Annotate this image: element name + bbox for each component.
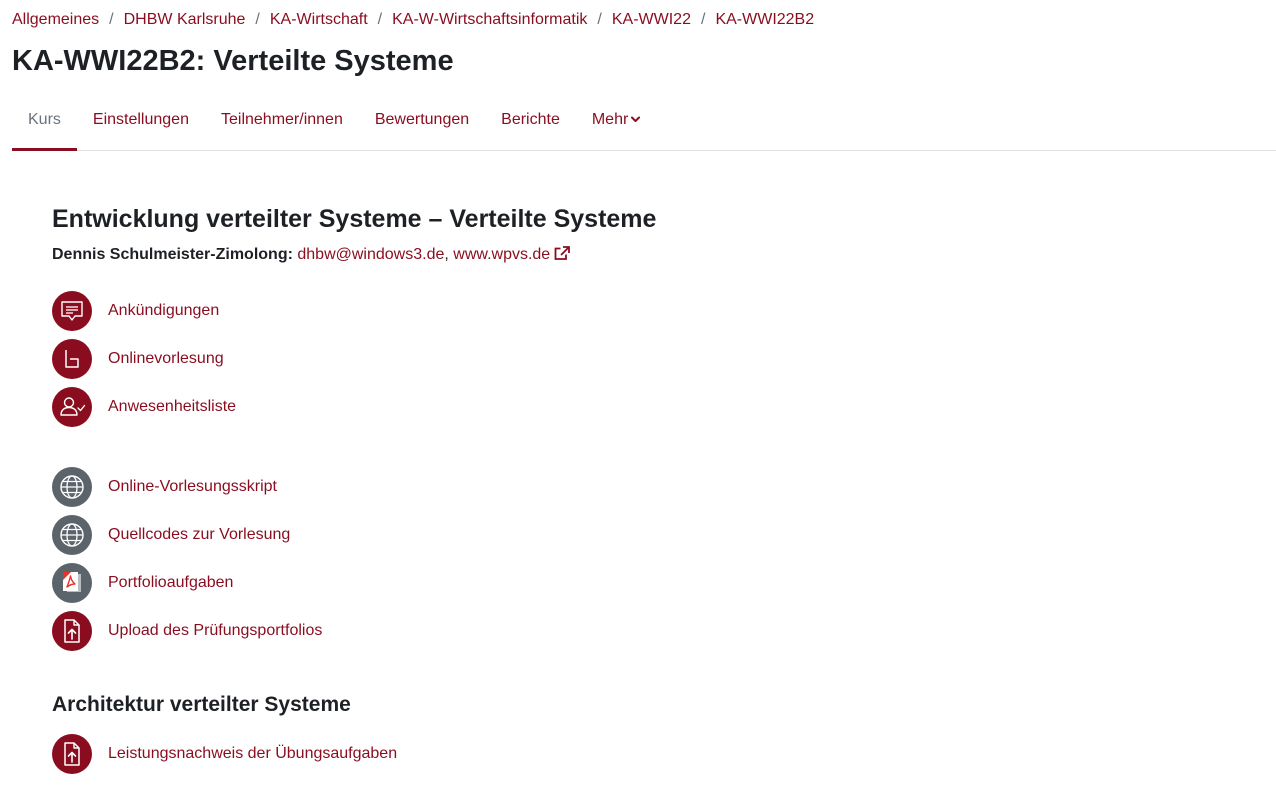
page-title: KA-WWI22B2: Verteilte Systeme — [12, 45, 454, 77]
section-title-architektur: Architektur verteilter Systeme — [52, 693, 351, 716]
breadcrumb-separator: / — [109, 11, 114, 28]
activity-label[interactable]: Online-Vorlesungsskript — [108, 478, 277, 496]
external-link-icon — [554, 246, 571, 260]
author-email-link[interactable]: dhbw@windows3.de — [297, 246, 444, 263]
author-website-label: www.wpvs.de — [453, 246, 551, 263]
globe-icon — [52, 515, 92, 555]
author-website-link[interactable]: www.wpvs.de — [453, 246, 571, 263]
tab-mehr-label: Mehr — [591, 111, 629, 128]
activity-ankuendigungen[interactable]: Ankündigungen — [52, 291, 219, 331]
course-secondary-nav: Kurs Einstellungen Teilnehmer/innen Bewe… — [12, 100, 1276, 151]
breadcrumb-item-ka-wwi22[interactable]: KA-WWI22 — [612, 11, 691, 29]
activity-label[interactable]: Portfolioaufgaben — [108, 574, 233, 592]
breadcrumb-separator: / — [255, 11, 260, 28]
upload-icon — [52, 734, 92, 774]
tab-teilnehmer[interactable]: Teilnehmer/innen — [205, 100, 359, 150]
activity-label[interactable]: Ankündigungen — [108, 302, 219, 320]
author-name: Dennis Schulmeister-Zimolong: — [52, 246, 293, 263]
section-title-entwicklung: Entwicklung verteilter Systeme – Verteil… — [52, 205, 657, 233]
section-summary: Dennis Schulmeister-Zimolong: dhbw@windo… — [52, 244, 571, 266]
activity-leistungsnachweis[interactable]: Leistungsnachweis der Übungsaufgaben — [52, 734, 397, 774]
activity-anwesenheitsliste[interactable]: Anwesenheitsliste — [52, 387, 236, 427]
tab-kurs[interactable]: Kurs — [12, 100, 77, 151]
activity-label[interactable]: Onlinevorlesung — [108, 350, 224, 368]
breadcrumb-item-ka-w-wirtschaftsinformatik[interactable]: KA-W-Wirtschaftsinformatik — [392, 11, 587, 29]
breadcrumb-item-ka-wwi22b2[interactable]: KA-WWI22B2 — [715, 11, 814, 29]
globe-icon — [52, 467, 92, 507]
activity-label[interactable]: Anwesenheitsliste — [108, 398, 236, 416]
tab-mehr[interactable]: Mehr — [576, 100, 656, 150]
upload-icon — [52, 611, 92, 651]
link-separator: , — [444, 246, 449, 263]
activity-portfolioaufgaben[interactable]: Portfolioaufgaben — [52, 563, 233, 603]
breadcrumb-separator: / — [597, 11, 602, 28]
pdf-icon — [52, 563, 92, 603]
breadcrumb: Allgemeines / DHBW Karlsruhe / KA-Wirtsc… — [12, 9, 814, 31]
tab-bewertungen[interactable]: Bewertungen — [359, 100, 485, 150]
breadcrumb-item-dhbw-karlsruhe[interactable]: DHBW Karlsruhe — [124, 11, 246, 29]
activity-online-vorlesungsskript[interactable]: Online-Vorlesungsskript — [52, 467, 277, 507]
tab-berichte[interactable]: Berichte — [485, 100, 576, 150]
activity-label[interactable]: Leistungsnachweis der Übungsaufgaben — [108, 745, 397, 763]
activity-upload-pruefungsportfolio[interactable]: Upload des Prüfungsportfolios — [52, 611, 322, 651]
attendance-icon — [52, 387, 92, 427]
bigbluebutton-icon — [52, 339, 92, 379]
activity-onlinevorlesung[interactable]: Onlinevorlesung — [52, 339, 224, 379]
breadcrumb-item-ka-wirtschaft[interactable]: KA-Wirtschaft — [270, 11, 368, 29]
breadcrumb-separator: / — [377, 11, 383, 28]
activity-label[interactable]: Upload des Prüfungsportfolios — [108, 622, 322, 640]
chevron-down-icon — [631, 116, 641, 123]
activity-label[interactable]: Quellcodes zur Vorlesung — [108, 526, 290, 544]
activity-quellcodes[interactable]: Quellcodes zur Vorlesung — [52, 515, 290, 555]
breadcrumb-separator: / — [700, 11, 706, 28]
forum-icon — [52, 291, 92, 331]
breadcrumb-item-allgemeines[interactable]: Allgemeines — [12, 11, 99, 29]
tab-einstellungen[interactable]: Einstellungen — [77, 100, 205, 150]
